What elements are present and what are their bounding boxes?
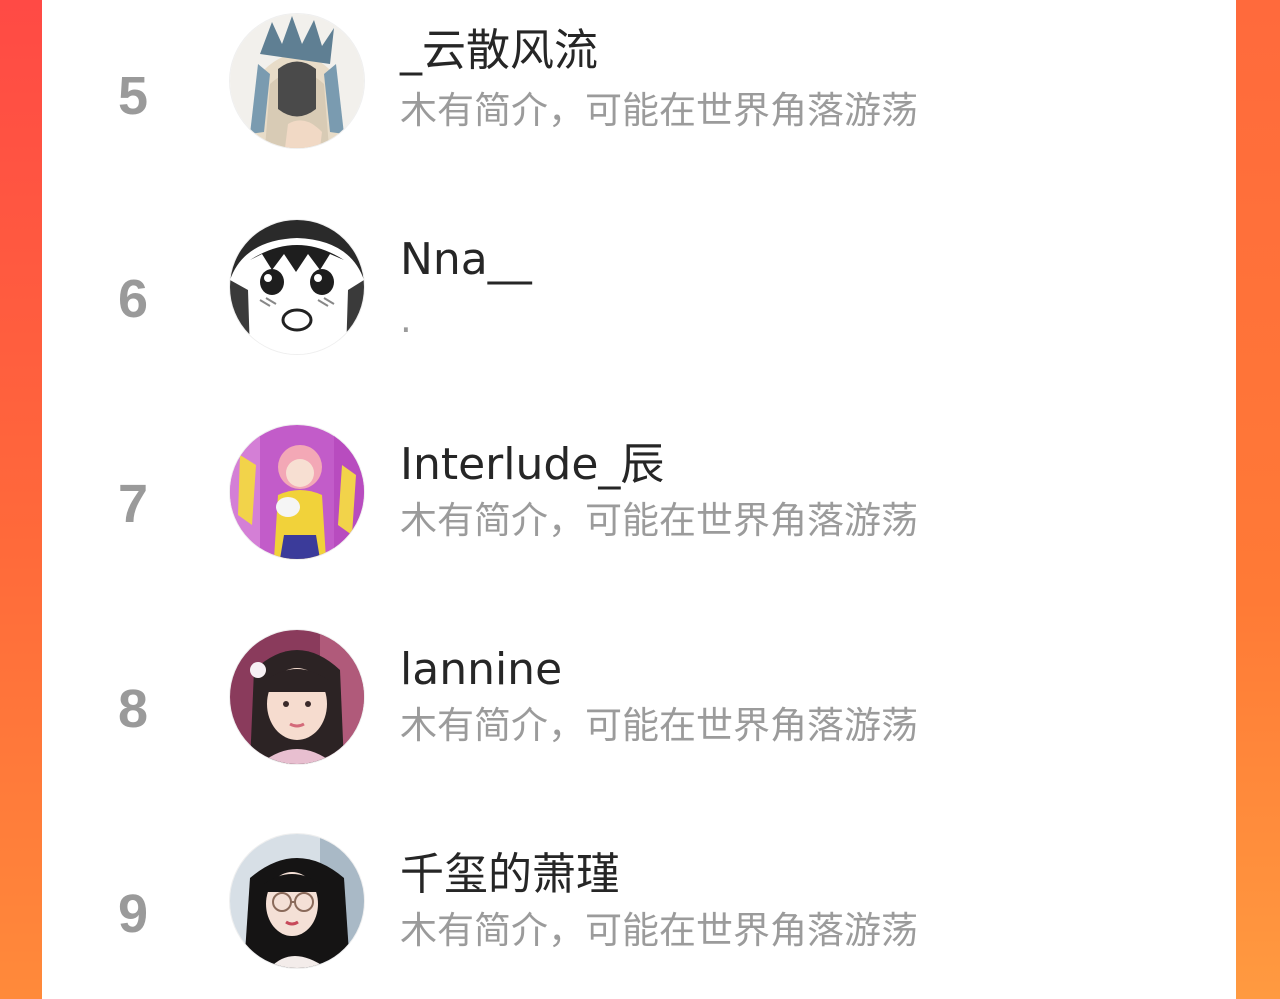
list-item[interactable]: 9 千玺的萧瑾 木有简介，可能在世界角落游荡 [42,825,1238,975]
user-name[interactable]: _云散风流 [400,25,598,77]
user-avatar[interactable] [230,425,364,559]
user-name[interactable]: lannine [400,644,562,696]
anime-crowned-girl-avatar-icon [230,14,364,148]
rank-number: 9 [117,884,149,944]
girl-photo-avatar-icon [230,630,364,764]
girl-with-glasses-photo-avatar-icon [230,834,364,968]
rank-number: 8 [117,679,149,739]
list-item[interactable]: 7 Interlude_辰 木有简介，可能在世界角落游荡 [42,415,1238,565]
user-name[interactable]: 千玺的萧瑾 [400,849,620,901]
user-avatar[interactable] [230,834,364,968]
user-avatar[interactable] [230,630,364,764]
user-bio: 木有简介，可能在世界角落游荡 [400,89,918,132]
list-item[interactable]: 5 _云散风流 木有简介，可能在世界角落游荡 [42,5,1238,155]
user-bio: 木有简介，可能在世界角落游荡 [400,499,918,542]
ranking-panel: 5 _云散风流 木有简介，可能在世界角落游荡 6 Nna__ . 7 Inter… [42,0,1238,999]
user-name[interactable]: Nna__ [400,234,532,286]
rank-number: 6 [117,269,149,329]
list-item[interactable]: 6 Nna__ . [42,210,1238,360]
user-name[interactable]: Interlude_辰 [400,439,664,491]
manga-blushing-girl-avatar-icon [230,220,364,354]
pink-hair-anime-girl-avatar-icon [230,425,364,559]
page-background: 5 _云散风流 木有简介，可能在世界角落游荡 6 Nna__ . 7 Inter… [0,0,1280,999]
list-item[interactable]: 8 lannine 木有简介，可能在世界角落游荡 [42,620,1238,770]
user-bio: . [400,298,412,341]
rank-number: 7 [117,474,149,534]
user-bio: 木有简介，可能在世界角落游荡 [400,909,918,952]
user-avatar[interactable] [230,220,364,354]
user-avatar[interactable] [230,14,364,148]
user-bio: 木有简介，可能在世界角落游荡 [400,704,918,747]
rank-number: 5 [117,66,149,126]
